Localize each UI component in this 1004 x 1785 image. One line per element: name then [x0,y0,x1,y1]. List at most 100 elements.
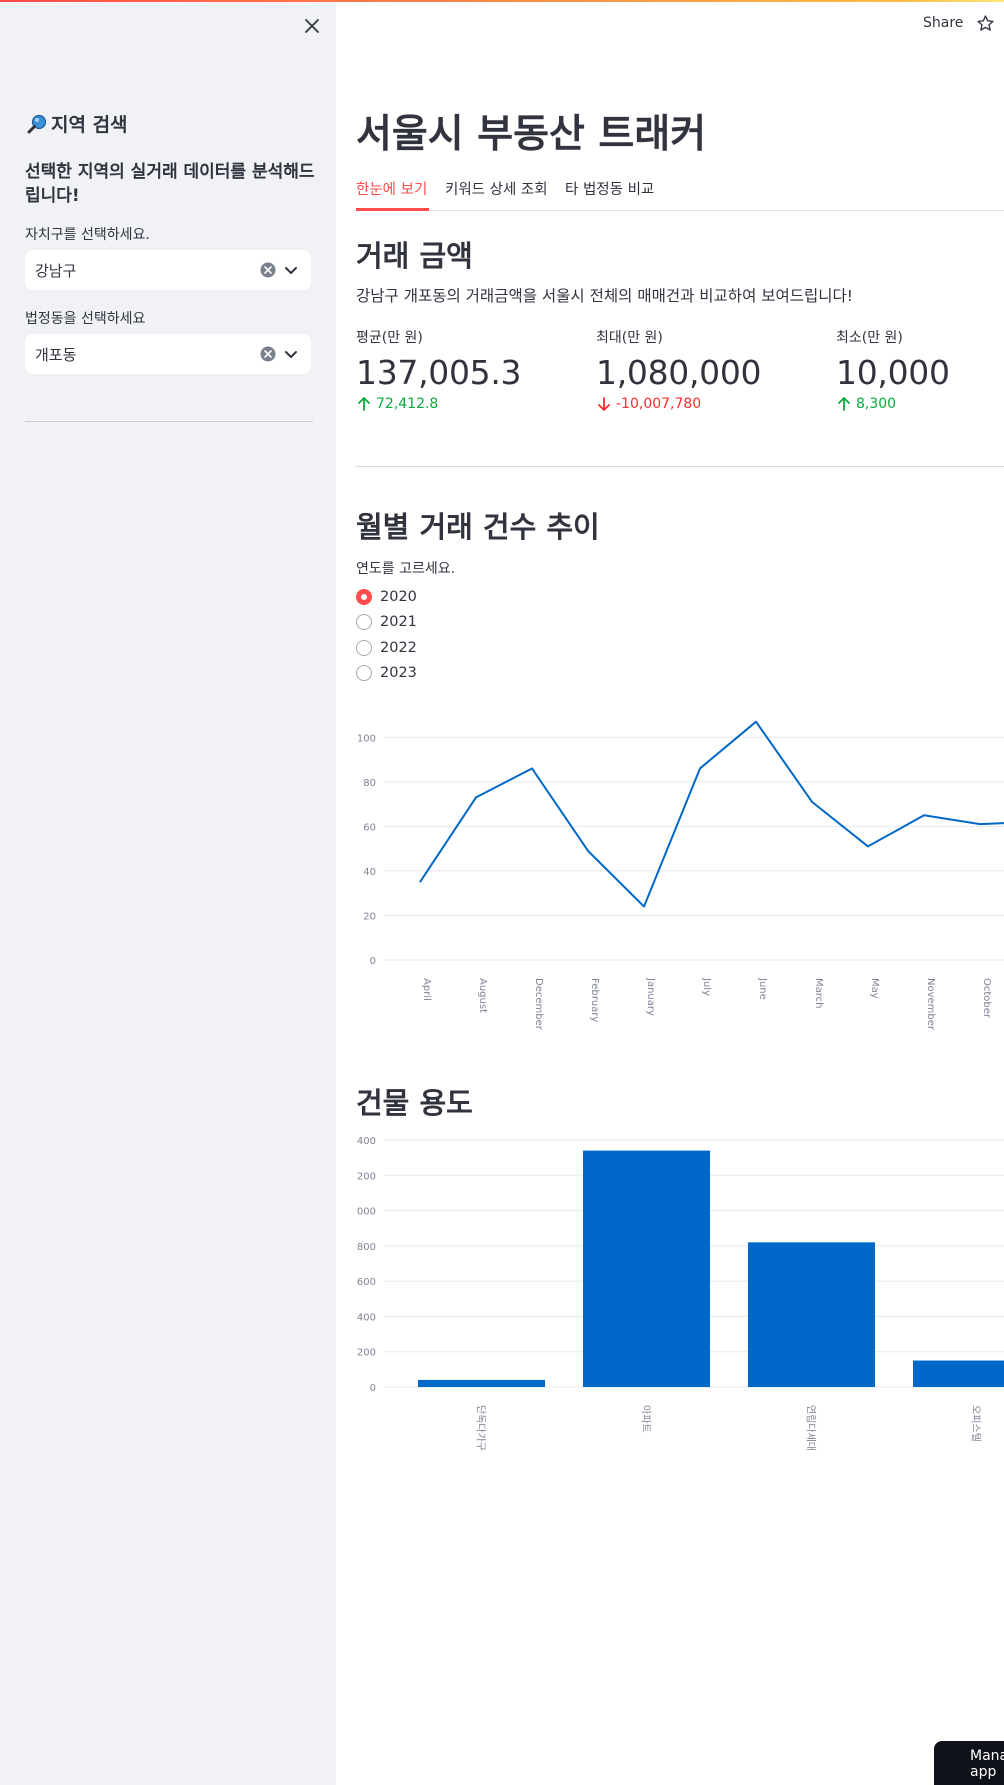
clear-icon[interactable] [259,261,277,279]
metric-max: 최대(만 원) 1,080,000 -10,007,780 [596,327,816,412]
y-tick-label: 60 [363,822,376,833]
data-point [475,796,477,798]
x-tick-label: December [533,978,544,1031]
x-tick-label: October [981,978,992,1019]
data-point [755,721,757,723]
metric-delta: -10,007,780 [596,396,816,412]
radio-label: 2023 [380,665,417,681]
x-tick-label: June [757,977,768,1000]
price-section-description: 강남구 개포동의 거래금액을 서울시 전체의 매매건과 비교하여 보여드립니다! [356,287,854,305]
building-section-title: 건물 용도 [356,1086,473,1120]
data-point [531,767,533,769]
dong-select[interactable]: 개포동 [25,334,311,374]
x-tick-label: July [701,977,712,996]
year-radio-label: 연도를 고르세요. [356,561,456,577]
x-tick-label: 단독다가구 [475,1405,487,1451]
year-radio-2021[interactable]: 2021 [356,614,417,630]
data-point [811,801,813,803]
radio-dot[interactable] [356,640,372,656]
x-tick-label: November [925,978,936,1031]
metric-delta: 72,412.8 [356,396,576,412]
metric-label: 최대(만 원) [596,330,663,346]
y-tick-label: 800 [357,1242,376,1253]
sidebar-divider [25,421,313,422]
top-decoration-bar [0,0,1004,2]
y-tick-label: 80 [363,778,376,789]
bar [418,1379,545,1387]
bar [583,1150,710,1387]
radio-label: 2020 [380,589,417,605]
x-tick-label: March [813,978,824,1008]
manage-app-button[interactable]: Manage app [934,1741,1004,1785]
x-tick-label: May [869,978,880,999]
year-radio-2022[interactable]: 2022 [356,640,417,656]
metric-delta-value: 72,412.8 [376,396,439,412]
x-tick-label: January [645,977,656,1016]
clear-icon[interactable] [259,345,277,363]
chevron-down-icon[interactable] [283,346,299,362]
y-tick-label: 0 [370,1383,376,1394]
y-tick-label: 20 [363,911,376,922]
year-radio-2020[interactable]: 2020 [356,589,417,605]
data-point [923,814,925,816]
data-point [699,767,701,769]
chevron-down-icon[interactable] [283,262,299,278]
page-title: 서울시 부동산 트래커 [356,112,707,157]
tab-keyword-detail[interactable]: 키워드 상세 조회 [445,178,548,199]
magnifier-icon [27,114,47,133]
dong-label: 법정동을 선택하세요 [25,311,146,327]
year-radio-2023[interactable]: 2023 [356,665,417,681]
radio-label: 2021 [380,614,417,630]
x-tick-label: April [421,978,432,1001]
x-tick-label: 연립다세대 [805,1405,818,1451]
metric-delta: 8,300 [836,396,1004,412]
monthly-line-chart: 0 20 40 60 80 100 April August December February J… [357,720,1004,1031]
arrow-up-icon [838,397,850,411]
district-select-value: 강남구 [35,261,77,280]
metric-label: 평균(만 원) [356,330,423,346]
y-tick-label: 1,200 [356,1171,376,1182]
sidebar-header-text: 지역 검색 [51,114,128,136]
y-tick-label: 1,000 [356,1207,376,1218]
y-tick-label: 100 [357,733,376,744]
y-tick-label: 40 [363,867,376,878]
metric-average: 평균(만 원) 137,005.3 72,412.8 [356,327,576,412]
y-tick-label: 0 [370,956,376,967]
data-point [587,850,589,852]
data-point [867,845,869,847]
monthly-section-title: 월별 거래 건수 추이 [356,510,600,544]
tab-dong-compare[interactable]: 타 법정동 비교 [565,178,654,199]
data-point [643,906,645,908]
bar [913,1360,1004,1387]
x-tick-label: 오피스텔 [970,1405,982,1442]
metric-delta-value: -10,007,780 [616,396,702,412]
x-tick-label: February [589,978,600,1022]
radio-dot[interactable] [356,589,372,605]
sidebar: 지역 검색 선택한 지역의 실거래 데이터를 분석해드립니다! 자치구를 선택하… [0,0,336,1785]
metric-value: 1,080,000 [596,353,762,392]
y-tick-label: 200 [357,1348,376,1359]
radio-label: 2022 [380,640,417,656]
district-select[interactable]: 강남구 [25,250,311,290]
radio-dot[interactable] [356,665,372,681]
tab-overview[interactable]: 한눈에 보기 [356,178,427,199]
metric-label: 최소(만 원) [836,330,903,346]
main-content: 서울시 부동산 트래커 한눈에 보기 키워드 상세 조회 타 법정동 비교 거래… [356,0,1004,1785]
sidebar-description: 선택한 지역의 실거래 데이터를 분석해드립니다! [25,162,315,206]
active-tab-indicator [356,208,429,211]
metric-min: 최소(만 원) 10,000 8,300 [836,327,1004,412]
sidebar-header: 지역 검색 [25,110,128,137]
y-tick-label: 1,400 [356,1136,376,1147]
data-point [419,881,421,883]
section-divider [356,466,1004,467]
x-tick-label: August [477,978,488,1013]
close-sidebar-icon[interactable] [300,14,324,38]
data-point [979,823,981,825]
y-tick-label: 600 [357,1277,376,1288]
series-line [419,720,1004,908]
price-section-title: 거래 금액 [356,239,473,273]
radio-dot[interactable] [356,614,372,630]
bar [748,1242,875,1387]
x-tick-label: 아파트 [640,1405,652,1433]
metric-value: 10,000 [836,353,950,392]
